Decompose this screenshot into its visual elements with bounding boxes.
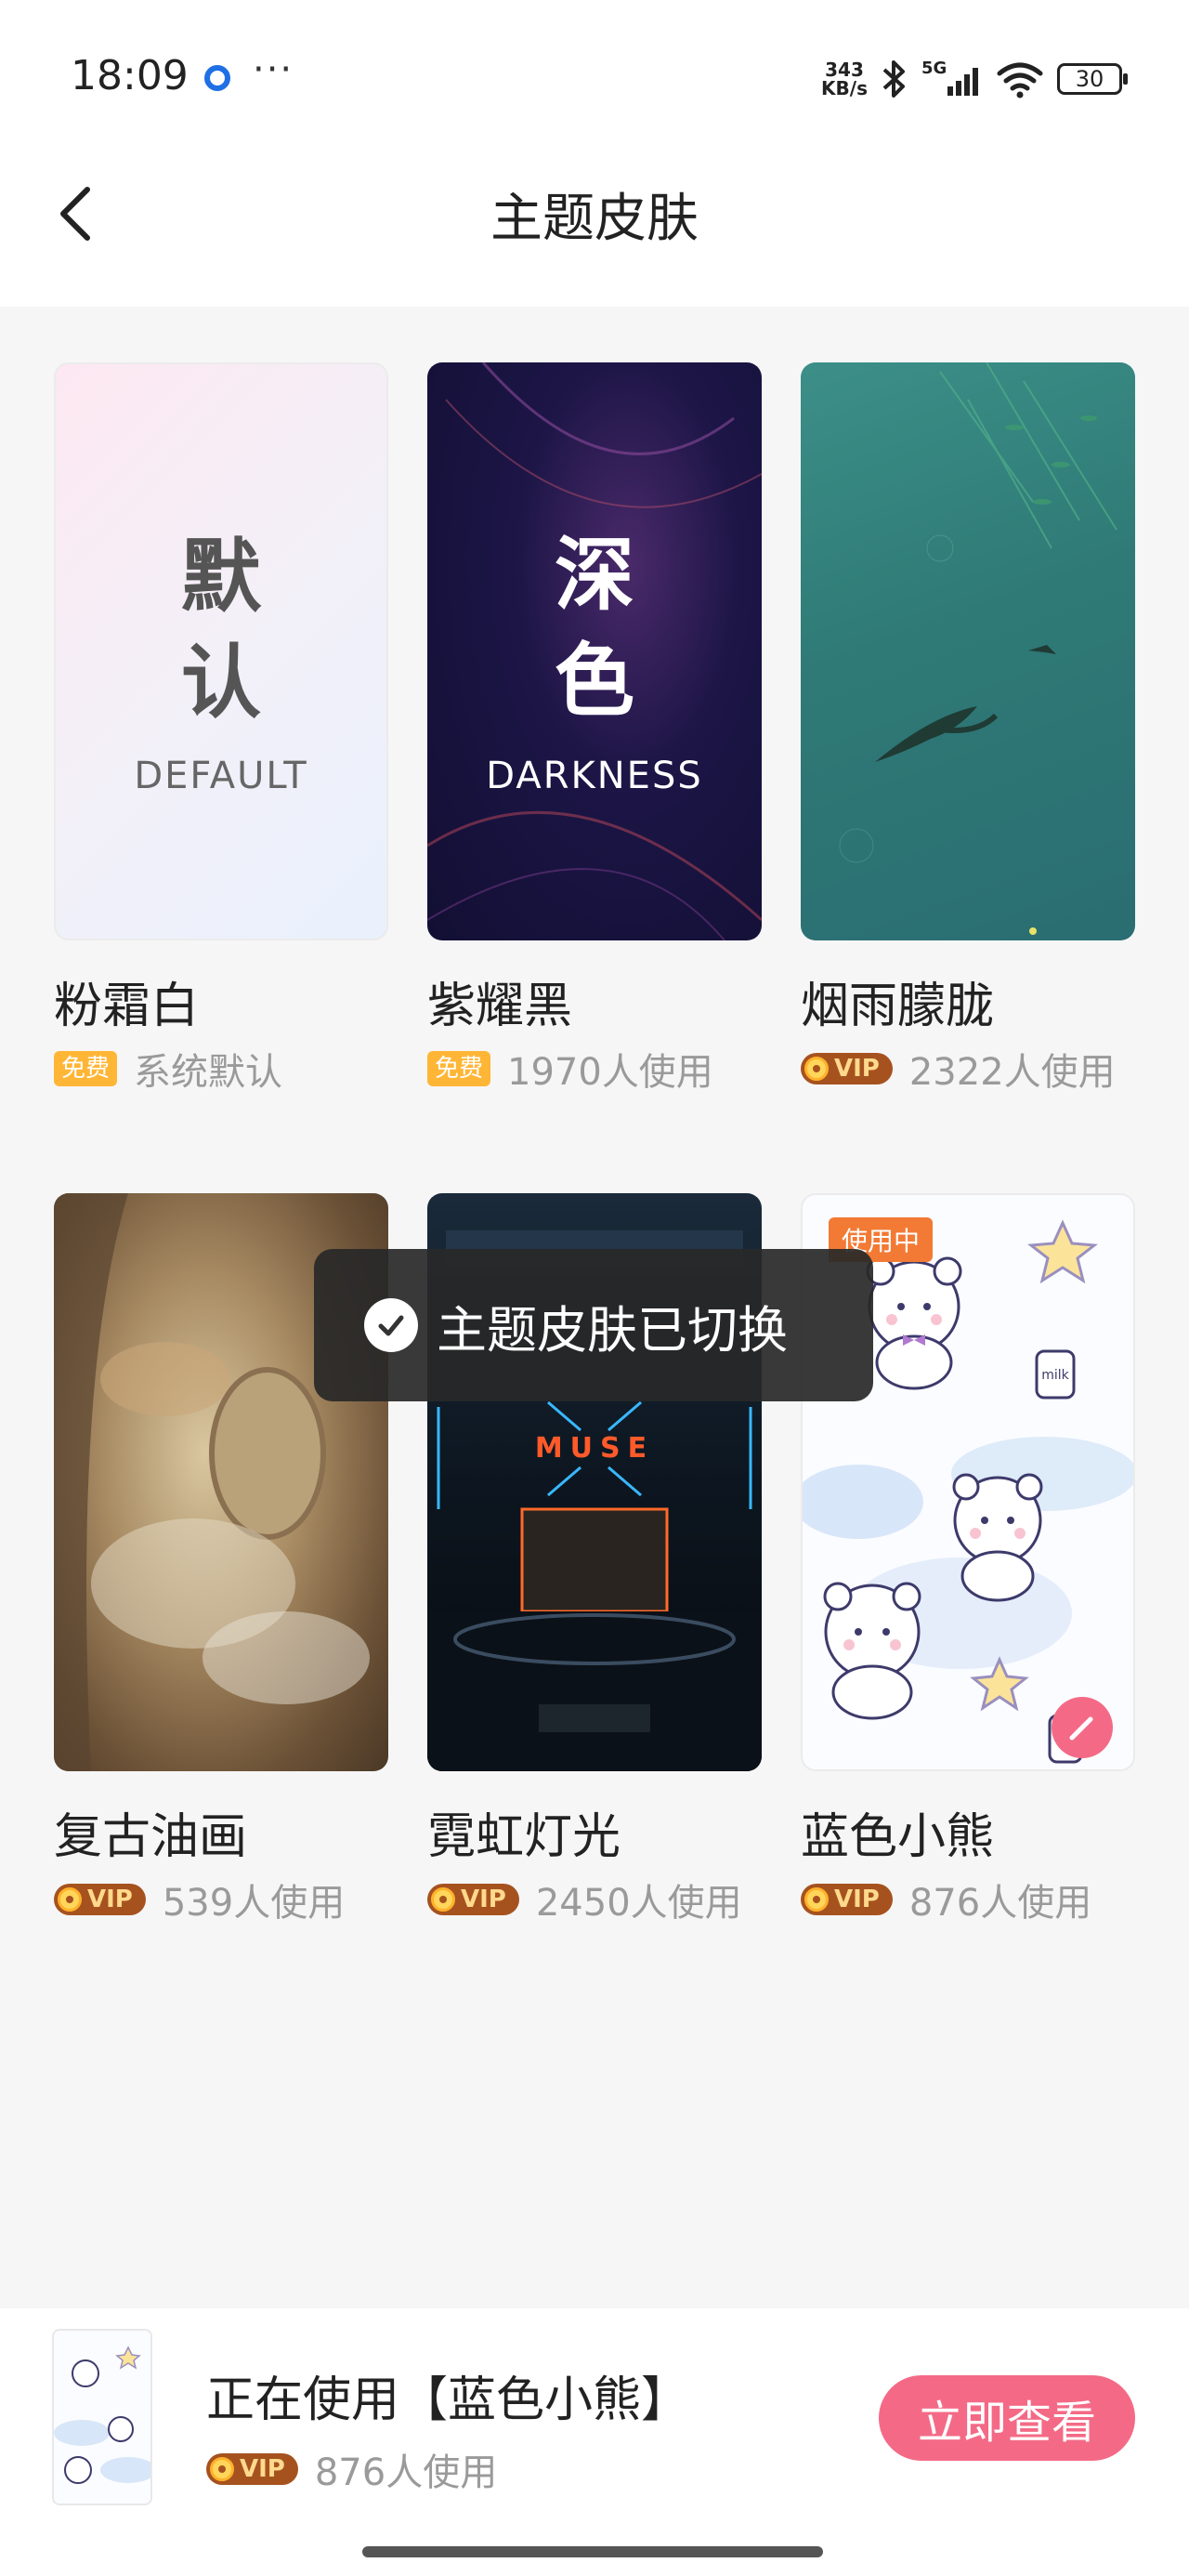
toast-text: 主题皮肤已切换 xyxy=(437,1300,788,1360)
vip-coin-icon xyxy=(804,1057,829,1081)
theme-name: 蓝色小熊 xyxy=(801,1809,995,1865)
swallow-illustration xyxy=(839,362,1117,935)
theme-meta: VIP 876人使用 xyxy=(801,1879,1091,1925)
current-theme-title: 正在使用【蓝色小熊】 xyxy=(206,2372,690,2428)
current-theme-preview xyxy=(54,2346,150,2484)
page-title: 主题皮肤 xyxy=(490,189,699,249)
toast-notification: 主题皮肤已切换 xyxy=(314,1249,873,1401)
app-notification-icon xyxy=(204,65,230,91)
theme-thumbnail[interactable]: 默 认 DEFAULT xyxy=(54,362,388,940)
free-badge: 免费 xyxy=(54,1051,118,1086)
theme-thumbnail[interactable]: 深 色 DARKNESS xyxy=(427,362,762,940)
status-icons: 343 KB/s 5G 30 xyxy=(821,56,1128,102)
vip-coin-icon xyxy=(210,2457,234,2481)
bluetooth-icon xyxy=(882,60,905,98)
vip-badge: VIP xyxy=(801,1884,893,1915)
thumb-label-en: DARKNESS xyxy=(486,755,703,797)
vip-badge: VIP xyxy=(54,1884,146,1915)
theme-usage: 1970人使用 xyxy=(507,1051,713,1094)
theme-meta: 免费 系统默认 xyxy=(54,1048,282,1094)
check-icon xyxy=(364,1298,418,1352)
signal-icon: 5G xyxy=(921,59,978,96)
theme-name: 复古油画 xyxy=(54,1809,248,1865)
vip-coin-icon xyxy=(58,1887,82,1912)
theme-meta: VIP 539人使用 xyxy=(54,1879,345,1925)
network-speed: 343 KB/s xyxy=(821,59,868,99)
muse-sign: MUSE xyxy=(535,1432,654,1465)
thumb-label-char: 色 xyxy=(555,635,634,728)
theme-name: 粉霜白 xyxy=(54,979,200,1034)
theme-meta: 免费 1970人使用 xyxy=(427,1048,713,1094)
current-theme-thumbnail[interactable] xyxy=(52,2329,152,2505)
thumb-label-en: DEFAULT xyxy=(134,755,308,797)
thumb-label-char: 默 xyxy=(181,531,261,624)
current-theme-usage: 876人使用 xyxy=(314,2451,498,2494)
free-badge: 免费 xyxy=(427,1051,491,1086)
thumb-label-char: 认 xyxy=(181,637,261,729)
theme-name: 霓虹灯光 xyxy=(427,1809,621,1865)
wifi-icon xyxy=(997,62,1043,99)
home-indicator[interactable] xyxy=(362,2546,823,2557)
status-time: 18:09 xyxy=(71,52,189,99)
svg-text:5G: 5G xyxy=(921,59,947,78)
vip-coin-icon xyxy=(804,1887,829,1912)
vip-badge: VIP xyxy=(427,1884,519,1915)
theme-meta: VIP 2450人使用 xyxy=(427,1879,742,1925)
theme-usage: 系统默认 xyxy=(134,1051,283,1094)
jar-label: milk xyxy=(1041,1368,1069,1383)
battery-icon: 30 xyxy=(1057,63,1128,95)
vip-badge: VIP xyxy=(801,1053,893,1084)
vip-badge: VIP xyxy=(206,2453,298,2485)
theme-name: 紫耀黑 xyxy=(427,979,573,1034)
vip-coin-icon xyxy=(431,1887,455,1912)
edit-icon[interactable] xyxy=(1052,1697,1113,1758)
theme-usage: 539人使用 xyxy=(162,1882,346,1925)
thumb-label-char: 深 xyxy=(555,529,634,622)
theme-usage: 876人使用 xyxy=(908,1882,1092,1925)
current-theme-meta: VIP 876人使用 xyxy=(206,2442,497,2496)
more-notifications-icon: ··· xyxy=(253,48,294,91)
theme-usage: 2450人使用 xyxy=(535,1882,742,1925)
theme-name: 烟雨朦胧 xyxy=(801,979,995,1034)
theme-usage: 2322人使用 xyxy=(908,1051,1116,1094)
theme-meta: VIP 2322人使用 xyxy=(801,1048,1116,1094)
status-bar: 18:09 ··· 343 KB/s 5G 30 xyxy=(0,0,1189,158)
theme-thumbnail[interactable] xyxy=(801,362,1135,940)
view-now-button[interactable]: 立即查看 xyxy=(879,2375,1135,2461)
